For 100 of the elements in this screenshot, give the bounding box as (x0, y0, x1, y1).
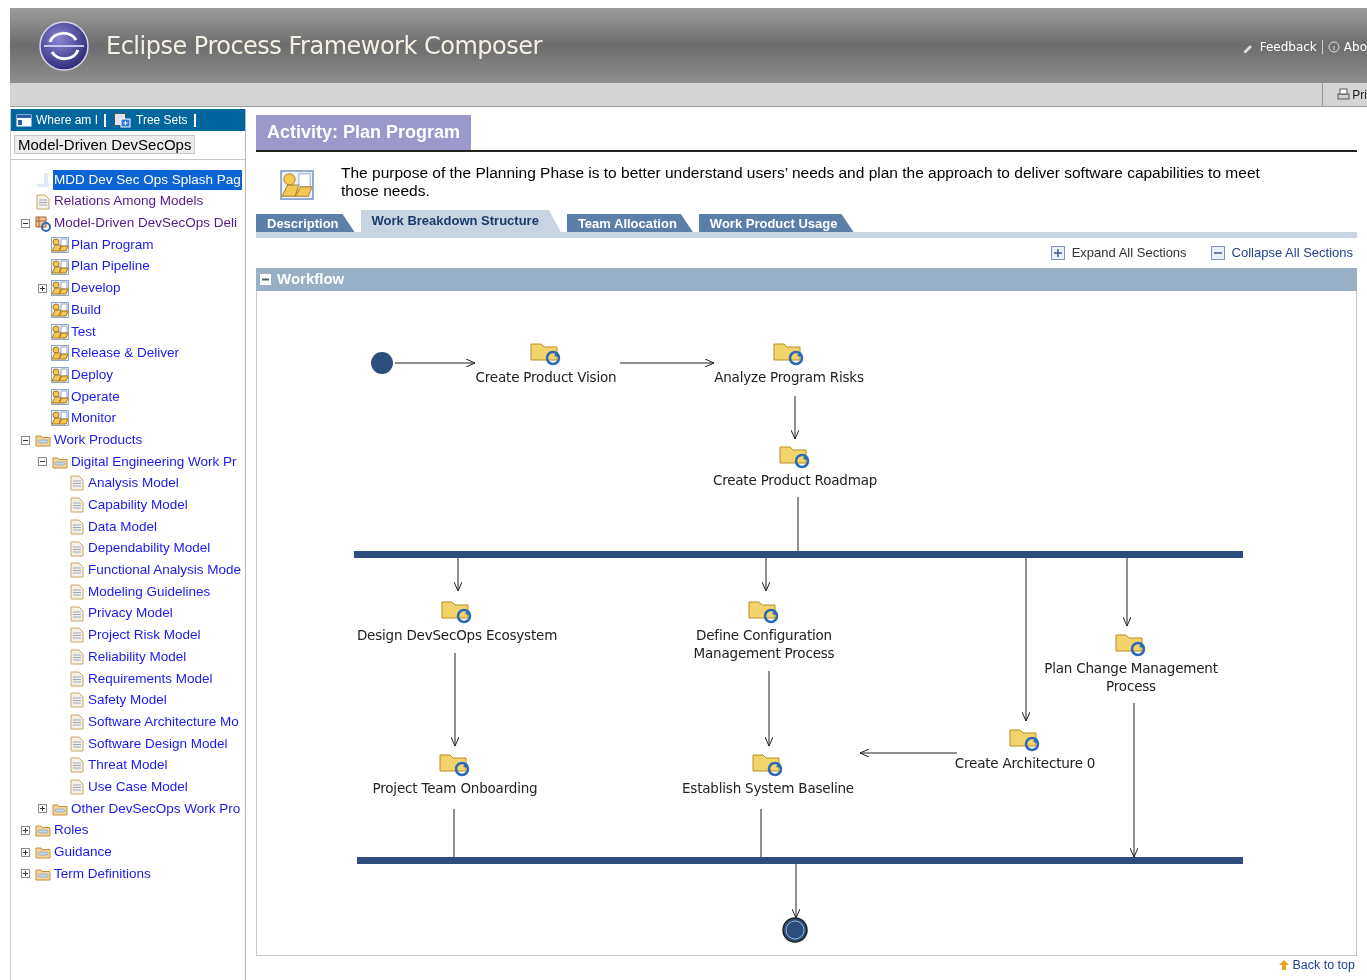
document-icon (70, 540, 84, 557)
tree-item[interactable]: Test (70, 321, 97, 342)
tree-item[interactable]: Roles (53, 820, 90, 841)
print-link[interactable]: Pri (1352, 85, 1367, 104)
document-icon (70, 583, 84, 600)
end-node (782, 917, 808, 943)
tree-item[interactable]: Guidance (53, 842, 113, 863)
collapse-toggle-icon[interactable] (20, 435, 30, 445)
expand-toggle-icon[interactable] (20, 847, 30, 857)
expand-icon (1050, 246, 1065, 260)
document-icon (70, 735, 84, 752)
tree-item[interactable]: Work Products (53, 429, 144, 451)
flow-arrow (453, 557, 463, 592)
task-label[interactable]: Establish System Baseline (682, 779, 854, 797)
tree-item[interactable]: Build (70, 299, 103, 321)
info-icon (1327, 40, 1340, 53)
tree-item[interactable]: Plan Pipeline (70, 256, 151, 277)
tree-item[interactable]: Dependability Model (87, 538, 212, 559)
collapse-toggle-icon[interactable] (37, 457, 47, 467)
activity-icon (278, 170, 316, 200)
task-label[interactable]: Analyze Program Risks (714, 368, 864, 386)
document-icon (70, 518, 84, 535)
document-icon (70, 692, 84, 709)
flow-arrow (761, 557, 771, 592)
printer-icon (1337, 88, 1351, 101)
document-icon (70, 648, 84, 665)
document-icon (70, 605, 84, 622)
tree-item[interactable]: Analysis Model (87, 473, 180, 494)
activity-icon (51, 345, 69, 362)
nav-link[interactable]: Where am I (36, 111, 98, 129)
window-icon (16, 113, 32, 127)
tree-item[interactable]: Use Case Model (87, 776, 189, 798)
collapse-icon[interactable] (260, 274, 271, 285)
tree-item[interactable]: Release & Deliver (70, 343, 181, 364)
document-icon (36, 193, 50, 210)
tree-item[interactable]: Reliability Model (87, 646, 188, 668)
expand-all-link[interactable]: Expand All Sections (1071, 243, 1187, 263)
tab[interactable]: Team Allocation (566, 214, 693, 232)
task-icon (529, 340, 563, 366)
task-label[interactable]: Design DevSecOps Ecosystem (356, 626, 558, 644)
tree-item[interactable]: Software Design Model (87, 733, 229, 754)
tree-item[interactable]: Develop (70, 278, 122, 299)
flow-arrow (1122, 557, 1132, 627)
task-label[interactable]: Create Product Roadmap (712, 471, 878, 489)
tree-item[interactable]: Software Architecture Mo (87, 711, 240, 733)
task-icon (1008, 726, 1042, 752)
expand-toggle-icon[interactable] (20, 825, 30, 835)
folder-icon (35, 845, 51, 860)
tree-item[interactable]: Operate (70, 386, 121, 407)
document-icon (70, 475, 84, 492)
tree-item[interactable]: Safety Model (87, 690, 168, 711)
tree-item[interactable]: Capability Model (87, 495, 189, 516)
tree-item[interactable]: MDD Dev Sec Ops Splash Pag (53, 169, 242, 190)
document-icon (70, 757, 84, 774)
tree-item[interactable]: Data Model (87, 516, 159, 537)
section-title: Workflow (277, 269, 345, 290)
collapse-all-link[interactable]: Collapse All Sections (1231, 243, 1353, 263)
task-icon (747, 598, 781, 624)
header-link[interactable]: Feedback (1259, 37, 1317, 56)
header-link[interactable]: Abo (1343, 37, 1367, 56)
app-title: Eclipse Process Framework Composer (106, 30, 542, 62)
task-label[interactable]: Project Team Onboarding (372, 779, 538, 797)
arrow-up-icon (1279, 960, 1290, 970)
tree-item[interactable]: Modeling Guidelines (87, 581, 212, 603)
tree-icon (114, 112, 131, 128)
activity-icon (51, 236, 69, 253)
tree-item[interactable]: Relations Among Models (53, 191, 205, 212)
tree-item[interactable]: Functional Analysis Mode (87, 560, 243, 581)
folder-icon (35, 866, 51, 881)
tree-item[interactable]: Term Definitions (53, 863, 152, 884)
document-icon (70, 562, 84, 579)
page-icon (35, 171, 51, 188)
activity-icon (51, 280, 69, 297)
expand-toggle-icon[interactable] (37, 804, 47, 814)
tab[interactable]: Work Breakdown Structure (360, 210, 561, 232)
folder-icon (35, 433, 51, 448)
document-icon (70, 497, 84, 514)
collapse-toggle-icon[interactable] (20, 218, 30, 228)
tree-item[interactable]: Threat Model (87, 755, 169, 776)
tree-item[interactable]: Deploy (70, 364, 115, 386)
folder-icon (52, 454, 68, 469)
tree-item[interactable]: Digital Engineering Work Pr (70, 451, 238, 472)
expand-toggle-icon[interactable] (37, 283, 47, 293)
task-icon (438, 751, 472, 777)
tree-item[interactable]: Model-Driven DevSecOps Deli (53, 213, 239, 234)
collapse-icon (1210, 246, 1225, 260)
start-node (371, 352, 393, 374)
tree-item[interactable]: Privacy Model (87, 603, 174, 624)
tab[interactable]: Description (256, 214, 355, 232)
tree-item[interactable]: Other DevSecOps Work Pro (70, 798, 242, 819)
nav-link[interactable]: Tree Sets (136, 111, 188, 129)
expand-toggle-icon[interactable] (20, 869, 30, 879)
task-icon (778, 443, 812, 469)
tab[interactable]: Work Product Usage (698, 214, 854, 232)
tree-item[interactable]: Project Risk Model (87, 625, 202, 646)
tree-item[interactable]: Monitor (70, 408, 117, 429)
tree-item[interactable]: Requirements Model (87, 668, 214, 689)
back-to-top-link[interactable]: Back to top (1292, 958, 1355, 972)
activity-icon (51, 388, 69, 405)
tree-item[interactable]: Plan Program (70, 234, 155, 256)
